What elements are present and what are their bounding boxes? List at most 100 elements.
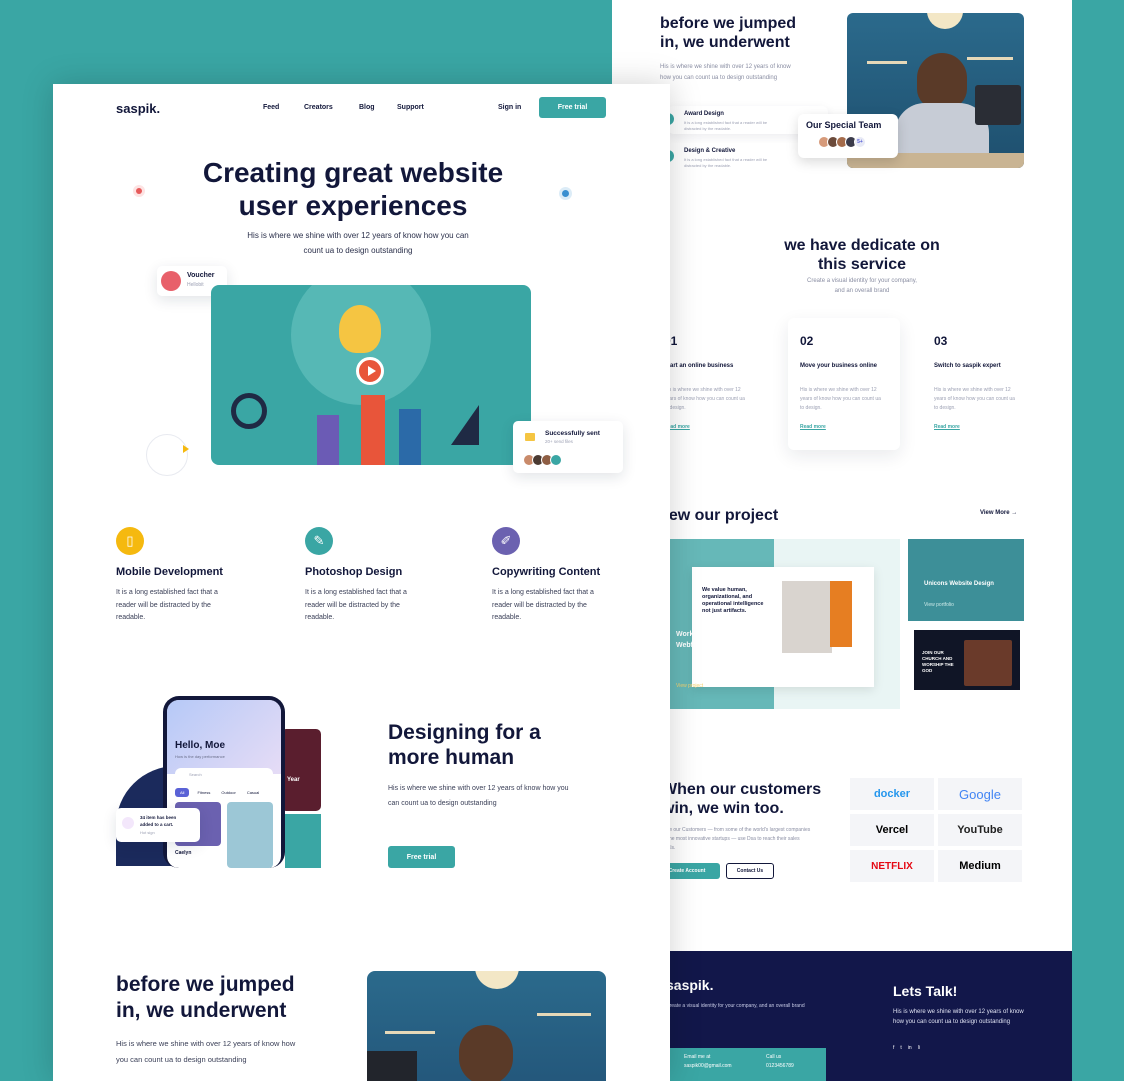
service-title-line1: we have dedicate on [784, 237, 940, 254]
hero-title-line1: Creating great website [202, 157, 504, 188]
phone-sub: How is the day performance [175, 754, 225, 759]
nav-creators[interactable]: Creators [304, 104, 333, 111]
hero-title: Creating great website user experiences [153, 156, 553, 222]
shelf [867, 61, 907, 64]
decor-avatar [559, 187, 572, 200]
hero-illustration [211, 285, 531, 465]
project-card-unicons[interactable]: Unicons Website Design View portfolio [908, 539, 1024, 621]
phone-icon: ▯ [116, 527, 144, 555]
nav-feed[interactable]: Feed [263, 104, 279, 111]
email-label: Email me at [684, 1054, 711, 1060]
medium-logo: Medium [938, 850, 1022, 882]
project-headline: JOIN OUR CHURCH AND WORSHIP THE GOD [922, 650, 954, 673]
feature-title: Design & Creative [684, 148, 736, 154]
side-card-text: Year [287, 777, 300, 783]
free-trial-button-secondary[interactable]: Free trial [388, 846, 455, 868]
about-title-line2: in, we underwent [660, 34, 790, 51]
designing-title-line1: Designing for a [388, 721, 541, 744]
voucher-icon [161, 271, 181, 291]
contact-us-button[interactable]: Contact Us [726, 863, 774, 879]
lets-talk-title: Lets Talk! [893, 983, 958, 999]
nav-support[interactable]: Support [397, 104, 424, 111]
left-page-preview: saspik. Feed Creators Blog Support Sign … [53, 84, 670, 1081]
magnifier-icon [231, 393, 267, 429]
project-link[interactable]: View project [676, 683, 703, 689]
project-title: Workhub office Webflow Webflow Design [676, 631, 758, 649]
team-card-label: Our Special Team [806, 120, 882, 130]
phone-header [167, 700, 281, 774]
free-trial-button[interactable]: Free trial [539, 97, 606, 118]
projects-title: View our project [654, 507, 779, 524]
lightbulb-icon [339, 305, 381, 353]
project-link[interactable]: View portfolio [924, 602, 954, 608]
netflix-logo: NETFLIX [850, 850, 934, 882]
cart-toast: 34 item has been added to a cart. Hot si… [116, 808, 200, 842]
phone-tab[interactable]: Fitness [194, 788, 213, 797]
phone-tabs: All Fitness Outdoor Casual [175, 788, 262, 797]
sleeve-purple [317, 415, 339, 465]
phone-search-input[interactable]: Search [175, 768, 273, 780]
voucher-label: Voucher [187, 272, 215, 279]
about-title: before we jumped in, we underwent [116, 972, 336, 1024]
avatar-count: 5+ [854, 136, 866, 148]
designing-title: Designing for a more human [388, 720, 588, 770]
email-value[interactable]: saspik00@gmail.com [684, 1063, 732, 1069]
feature-desc: It is a long established fact that a rea… [684, 120, 768, 131]
side-card-photo: Year [281, 729, 321, 811]
voucher-sub: Hellobit [187, 282, 204, 288]
monitor-shape [975, 85, 1021, 125]
social-links: f t in li [893, 1045, 920, 1051]
toast-sub: Hot sign [140, 830, 155, 835]
play-button[interactable] [356, 357, 384, 385]
sent-sub: 20+ send files [545, 439, 573, 444]
woman-photo [782, 581, 832, 653]
customers-desc: How our Customers — from some of the wor… [662, 827, 811, 851]
call-value[interactable]: 0123456789 [766, 1063, 794, 1069]
sign-in-link[interactable]: Sign in [498, 104, 521, 111]
phone-tab[interactable]: Casual [244, 788, 262, 797]
step-title: Start an online business [664, 363, 734, 369]
decor-ring [146, 434, 188, 476]
shelf [537, 1013, 591, 1016]
service-desc: It is a long established fact that a rea… [305, 589, 407, 621]
about-title-line1: before we jumped [116, 973, 295, 996]
view-more-link[interactable]: View More → [980, 510, 1017, 516]
nav-blog[interactable]: Blog [359, 104, 375, 111]
phone-tab[interactable]: All [175, 788, 190, 797]
service-desc-line2: and an overall brand [834, 288, 890, 294]
project-card-church[interactable]: JOIN OUR CHURCH AND WORSHIP THE GOD [914, 630, 1020, 710]
laptop-shape [367, 1051, 417, 1081]
phone-item-name: Caelyn [175, 850, 192, 856]
instagram-icon[interactable]: in [908, 1045, 912, 1051]
phone-greeting: Hello, Moe [175, 740, 226, 751]
twitter-icon[interactable]: t [900, 1045, 901, 1051]
person-head [459, 1025, 513, 1081]
facebook-icon[interactable]: f [893, 1045, 894, 1051]
docker-logo: docker [850, 778, 934, 810]
lamp-shape [927, 13, 963, 29]
project-card-workhub[interactable]: We value human, organizational, and oper… [670, 539, 900, 709]
decor-triangle [183, 445, 189, 453]
read-more-link[interactable]: Read more [934, 424, 960, 430]
linkedin-icon[interactable]: li [918, 1045, 920, 1051]
step-desc: His is where we shine with over 12 years… [800, 387, 881, 411]
call-label: Call us [766, 1054, 782, 1060]
side-card-teal [285, 814, 321, 868]
special-team-card: Our Special Team 5+ [798, 114, 898, 158]
phone-tab[interactable]: Outdoor [218, 788, 238, 797]
brush-icon: ✐ [492, 527, 520, 555]
step-number: 03 [934, 334, 948, 348]
project-title: Unicons Website Design [924, 581, 994, 587]
designing-desc: His is where we shine with over 12 years… [388, 785, 569, 807]
cart-icon [122, 817, 134, 829]
person-head [917, 53, 967, 109]
step-card-03: 03 Switch to saspik expert His is where … [922, 318, 1034, 450]
orange-accent [830, 581, 852, 647]
google-logo: Google [938, 778, 1022, 810]
brand-logo[interactable]: saspik. [116, 101, 160, 116]
step-title: Switch to saspik expert [934, 363, 1001, 369]
read-more-link[interactable]: Read more [800, 424, 826, 430]
hero-title-line2: user experiences [238, 190, 468, 221]
step-card-02: 02 Move your business online His is wher… [788, 318, 900, 450]
toast-text: 34 item has been added to a cart. [140, 814, 176, 828]
